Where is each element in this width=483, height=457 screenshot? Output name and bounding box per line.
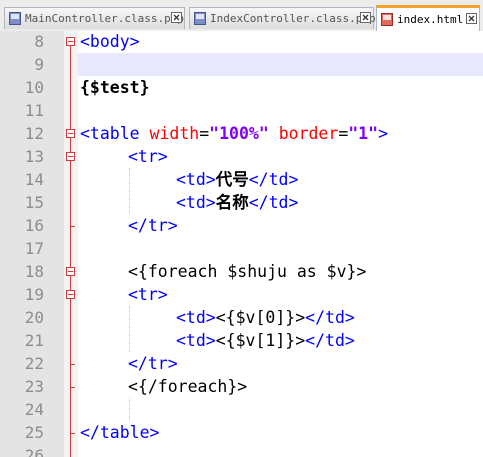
tab-main-controller[interactable]: MainController.class.php — [4, 7, 185, 29]
fold-line — [70, 46, 71, 457]
tab-label: index.html — [397, 13, 464, 26]
editor-window: MainController.class.php IndexController… — [0, 0, 483, 457]
code-line-13: <tr> — [128, 145, 168, 168]
code-line-18: <{foreach $shuju as $v}> — [128, 260, 366, 283]
line-number: 13 — [24, 147, 44, 166]
table-open-tag: <table — [80, 124, 140, 143]
tr-open-tag: <tr> — [128, 147, 168, 166]
code-line-25: </table> — [80, 421, 159, 444]
fold-end-marker — [70, 226, 75, 227]
code-line-10: {$test} — [80, 76, 150, 99]
foreach-statement: <{foreach $shuju as $v}> — [128, 262, 367, 281]
code-line-14: <td>代号</td> — [176, 168, 298, 191]
cell-expression: <{$v[1]}> — [215, 331, 306, 350]
width-value: "100%" — [209, 124, 269, 143]
close-icon[interactable] — [171, 12, 182, 23]
line-number: 8 — [34, 32, 44, 51]
indent-guide — [129, 306, 130, 352]
fold-toggle-icon[interactable] — [66, 152, 75, 161]
td-open-tag: <td> — [176, 193, 216, 212]
td-close-tag: </td> — [248, 170, 299, 189]
line-number: 18 — [24, 262, 44, 281]
line-number: 10 — [24, 78, 44, 97]
php-file-icon — [9, 12, 21, 25]
line-number: 11 — [24, 101, 44, 120]
fold-end-marker — [70, 387, 75, 388]
code-line-22: </tr> — [128, 352, 178, 375]
html-file-icon — [381, 13, 393, 26]
tag-bracket: > — [378, 124, 388, 143]
line-number: 12 — [24, 124, 44, 143]
cell-text: 代号 — [215, 170, 249, 189]
fold-end-marker — [70, 364, 75, 365]
border-value: "1" — [348, 124, 379, 143]
line-number: 9 — [34, 55, 44, 74]
tab-label: MainController.class.php — [25, 12, 184, 25]
equals-sign: = — [199, 124, 210, 143]
table-close-tag: </table> — [80, 423, 160, 442]
line-number: 20 — [24, 308, 44, 327]
indent-guide — [129, 398, 130, 421]
line-number: 26 — [24, 446, 44, 457]
fold-toggle-icon[interactable] — [66, 290, 75, 299]
fold-toggle-icon[interactable] — [66, 129, 75, 138]
line-number: 16 — [24, 216, 44, 235]
tr-open-tag: <tr> — [128, 285, 168, 304]
line-number: 14 — [24, 170, 44, 189]
line-number: 23 — [24, 377, 44, 396]
code-line-12: <table width="100%" border="1"> — [80, 122, 388, 145]
border-attribute: border — [268, 124, 339, 143]
close-icon[interactable] — [360, 12, 371, 23]
line-number: 24 — [24, 400, 44, 419]
td-open-tag: <td> — [176, 170, 216, 189]
td-close-tag: </td> — [305, 331, 355, 350]
tab-index-html[interactable]: index.html — [376, 5, 480, 31]
code-line-15: <td>名称</td> — [176, 191, 298, 214]
close-icon[interactable] — [466, 13, 477, 24]
current-line-highlight — [78, 53, 483, 76]
body-open-tag: <body> — [80, 32, 140, 51]
td-close-tag: </td> — [248, 193, 299, 212]
td-close-tag: </td> — [305, 308, 355, 327]
width-attribute: width — [139, 124, 200, 143]
code-line-20: <td><{$v[0]}></td> — [176, 306, 355, 329]
code-line-8: <body> — [80, 30, 140, 53]
fold-margin — [64, 31, 78, 457]
code-line-16: </tr> — [128, 214, 178, 237]
code-line-19: <tr> — [128, 283, 168, 306]
line-number: 21 — [24, 331, 44, 350]
tr-close-tag: </tr> — [128, 216, 178, 235]
line-number: 25 — [24, 423, 44, 442]
td-open-tag: <td> — [176, 331, 216, 350]
code-line-23: <{/foreach}> — [128, 375, 247, 398]
fold-toggle-icon[interactable] — [66, 267, 75, 276]
cell-text: 名称 — [215, 193, 249, 212]
cell-expression: <{$v[0]}> — [215, 308, 306, 327]
fold-end-marker — [70, 433, 75, 434]
indent-guide — [129, 168, 130, 214]
line-number: 22 — [24, 354, 44, 373]
tab-index-controller[interactable]: IndexController.class.php — [189, 7, 376, 29]
tr-close-tag: </tr> — [128, 354, 178, 373]
line-number: 15 — [24, 193, 44, 212]
fold-toggle-icon[interactable] — [66, 37, 75, 46]
php-file-icon — [194, 12, 206, 25]
tab-label: IndexController.class.php — [210, 12, 376, 25]
code-line-21: <td><{$v[1]}></td> — [176, 329, 355, 352]
line-number: 19 — [24, 285, 44, 304]
template-variable: {$test} — [80, 78, 150, 97]
line-number: 17 — [24, 239, 44, 258]
equals-sign: = — [338, 124, 349, 143]
endforeach-statement: <{/foreach}> — [128, 377, 248, 396]
td-open-tag: <td> — [176, 308, 216, 327]
tab-bar: MainController.class.php IndexController… — [0, 0, 483, 32]
